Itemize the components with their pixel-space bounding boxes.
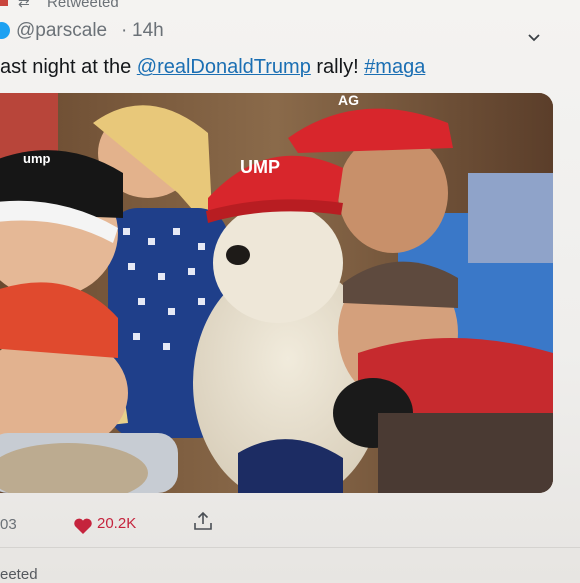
mention-link[interactable]: @realDonaldTrump	[137, 56, 311, 78]
divider	[0, 547, 580, 548]
reply-count[interactable]: 03	[0, 516, 17, 533]
share-icon[interactable]	[192, 510, 214, 532]
retweet-icon: ⇄	[18, 0, 30, 10]
photo-illustration: AG ump UMP	[0, 93, 553, 493]
tweet-screen: ⇄ Retweeted @parscale · 14h ast night at…	[0, 0, 580, 583]
svg-text:AG: AG	[338, 93, 359, 108]
tweet-text-middle: rally!	[310, 56, 365, 78]
verified-badge-icon	[0, 22, 10, 39]
tweet-text: ast night at the @realDonaldTrump rally!…	[0, 56, 425, 79]
author-handle[interactable]: @parscale	[16, 20, 107, 42]
tweet-time[interactable]: 14h	[132, 20, 164, 42]
cap-text: UMP	[240, 157, 280, 177]
heart-icon[interactable]	[73, 517, 93, 535]
cap-text-left: ump	[23, 151, 51, 166]
retweet-label: Retweeted	[47, 0, 119, 11]
next-tweet-label: eeted	[0, 566, 38, 583]
tweet-actions: 03 20.2K	[0, 508, 580, 538]
separator: ·	[121, 20, 128, 41]
hashtag-link[interactable]: #maga	[364, 56, 425, 78]
chevron-down-icon[interactable]	[527, 33, 541, 43]
tweet-photo[interactable]: AG ump UMP	[0, 93, 553, 493]
flag-icon	[0, 0, 8, 6]
tweet-text-prefix: ast night at the	[0, 56, 137, 78]
like-count[interactable]: 20.2K	[97, 515, 136, 532]
